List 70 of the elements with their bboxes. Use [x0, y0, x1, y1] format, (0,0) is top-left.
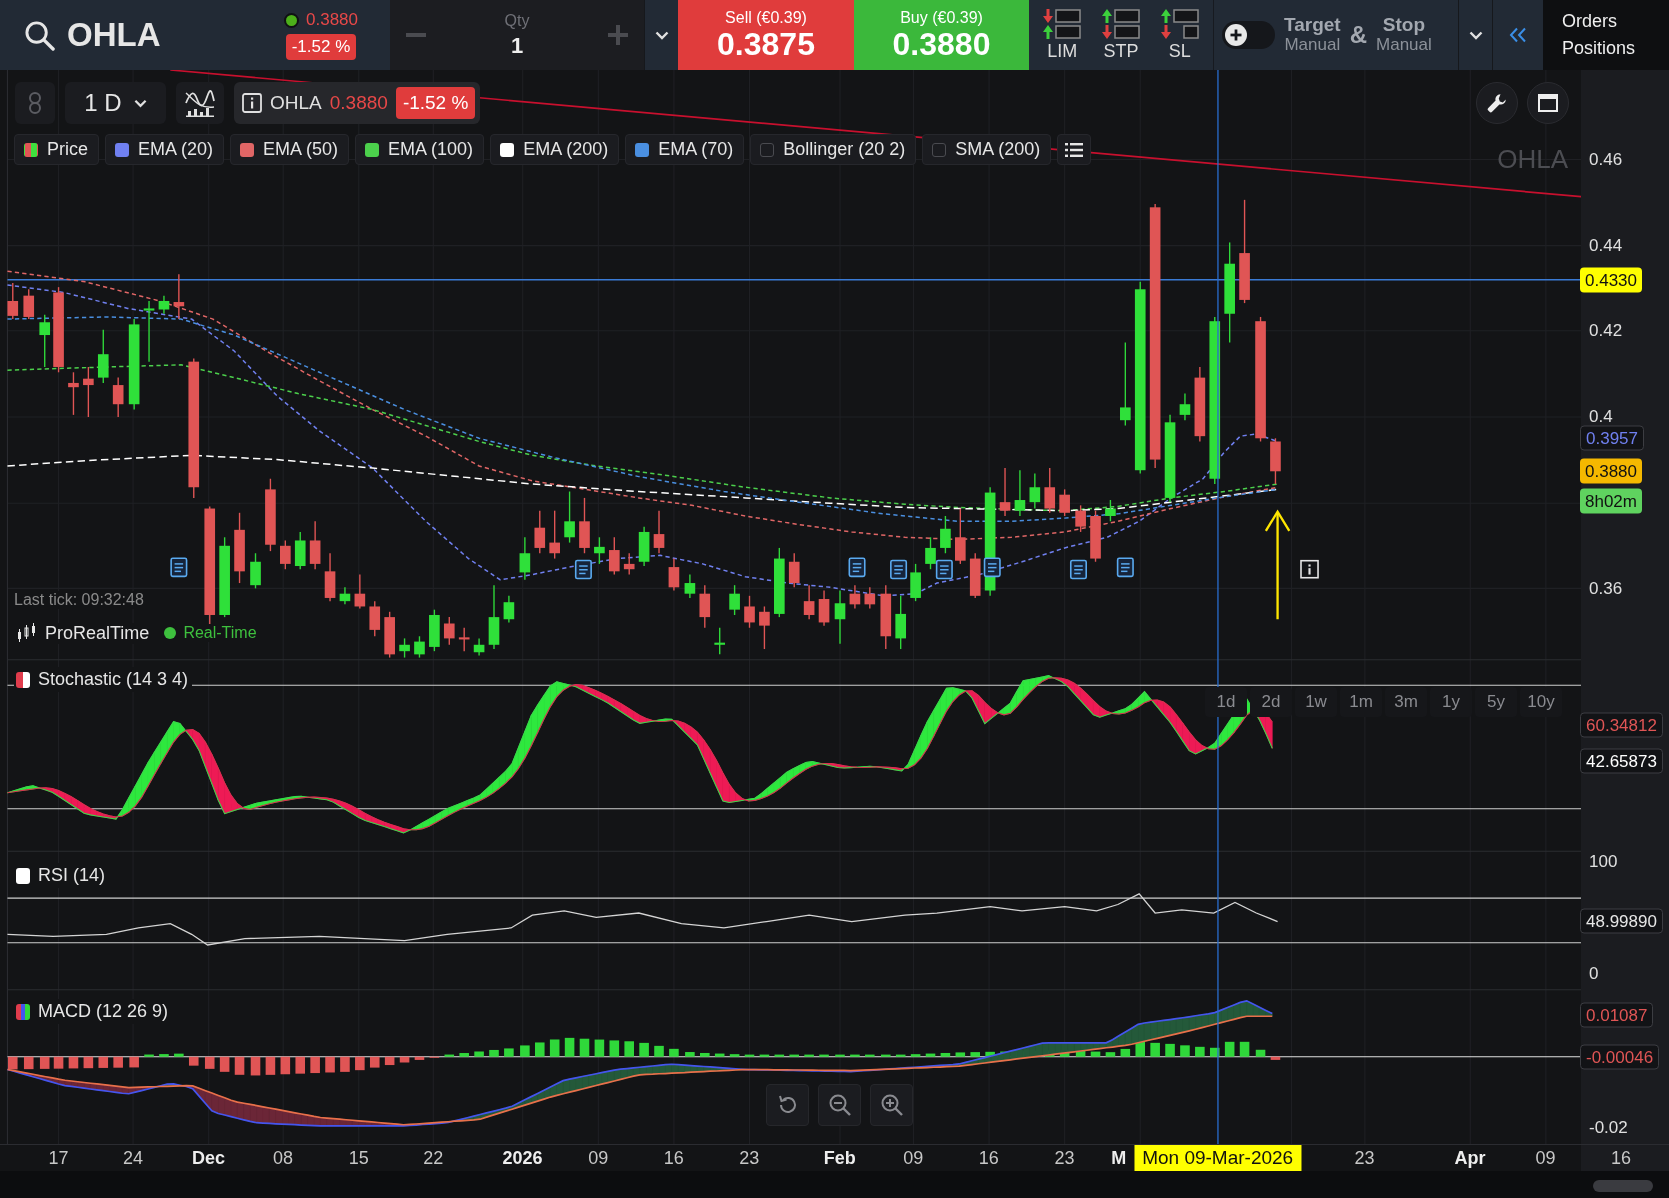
value-tag: 42.65873: [1580, 748, 1663, 774]
time-axis-label: 09: [903, 1148, 924, 1169]
axis-label: 0.46: [1589, 150, 1623, 170]
joiner-text: &: [1349, 21, 1367, 49]
axis-label: 0: [1589, 964, 1599, 984]
time-axis-label: 24: [123, 1148, 144, 1169]
value-tag: 48.99890: [1580, 908, 1663, 934]
time-axis-label: 23: [1354, 1148, 1375, 1169]
panel-link[interactable]: Positions: [1562, 38, 1636, 59]
axis-label: 0.4: [1589, 407, 1613, 427]
time-axis-label: Dec: [192, 1148, 226, 1169]
symbol-name: OHLA: [67, 16, 161, 54]
time-axis-label: 09: [1535, 1148, 1556, 1169]
time-axis-label: 17: [48, 1148, 69, 1169]
search-icon[interactable]: [24, 19, 55, 51]
plus-icon: [608, 25, 628, 45]
value-tag: -0.00046: [1580, 1044, 1660, 1070]
order-type-button[interactable]: LIM: [1042, 8, 1083, 62]
axis-label: 0.42: [1589, 321, 1623, 341]
axis-label: 100: [1589, 852, 1618, 872]
time-axis-label: 22: [423, 1148, 444, 1169]
price-tag: 0.3957: [1580, 425, 1644, 451]
time-axis-label: 16: [978, 1148, 999, 1169]
quantity-field[interactable]: 1: [487, 32, 547, 59]
time-axis-label: 23: [739, 1148, 760, 1169]
indicator-title: RSI (14): [38, 865, 106, 886]
chevron-down-icon: [654, 30, 669, 40]
price-text: 0.3880: [306, 10, 358, 30]
double-chevron-left-icon: [1509, 27, 1527, 43]
minus-icon: [406, 33, 426, 37]
time-axis-label: 16: [663, 1148, 684, 1169]
price-tag: 0.3880: [1580, 458, 1642, 484]
price-tag: 0.4330: [1580, 267, 1642, 293]
scrollbar-thumb[interactable]: [1593, 1180, 1653, 1192]
value-tag: 0.01087: [1580, 1002, 1654, 1028]
chart-symbol-label: OHLA: [1497, 144, 1568, 175]
up-down-arrows-icon: [1042, 8, 1083, 40]
time-axis-label: Feb: [823, 1148, 856, 1169]
target-label: Target: [1284, 15, 1341, 37]
target-mode-label: Manual: [1284, 36, 1341, 55]
up-down-arrows-icon: [1159, 8, 1200, 40]
price-text: 0.3880: [329, 92, 388, 114]
axis-label: 0.36: [1589, 579, 1623, 599]
price-tag: 8h02m: [1580, 488, 1642, 514]
order-type-button[interactable]: SL: [1159, 8, 1200, 62]
change-badge: -1.52 %: [395, 87, 476, 119]
chevron-down-icon: [1468, 30, 1483, 40]
change-badge: -1.52 %: [285, 34, 357, 60]
axis-label: 0.44: [1589, 236, 1623, 256]
panel-link[interactable]: Orders: [1562, 11, 1617, 32]
time-axis-label: 23: [1054, 1148, 1075, 1169]
time-axis-label: M: [1111, 1148, 1127, 1169]
time-axis-label: 08: [273, 1148, 294, 1169]
stop-label: Stop: [1382, 15, 1425, 37]
toggle-switch[interactable]: [1222, 21, 1275, 49]
axis-label: -0.02: [1589, 1118, 1628, 1138]
crosshair-date-label: Mon 09-Mar-2026: [1134, 1145, 1302, 1171]
stop-mode-label: Manual: [1376, 36, 1432, 55]
up-down-arrows-icon: [1101, 8, 1141, 40]
time-axis-label: 2026: [502, 1148, 543, 1169]
plus-icon: [1225, 24, 1247, 46]
order-type-button[interactable]: STP: [1101, 8, 1141, 62]
time-axis-label: 15: [348, 1148, 369, 1169]
value-tag: 60.34812: [1580, 712, 1663, 738]
symbol-text: OHLA: [270, 92, 322, 114]
time-axis-label: 16: [1611, 1148, 1632, 1169]
quantity-label: Qty: [504, 11, 530, 30]
time-axis-label: 09: [588, 1148, 609, 1169]
time-axis-label: Apr: [1454, 1148, 1486, 1169]
sell-button[interactable]: Sell (€0.39) 0.3875: [678, 0, 854, 70]
